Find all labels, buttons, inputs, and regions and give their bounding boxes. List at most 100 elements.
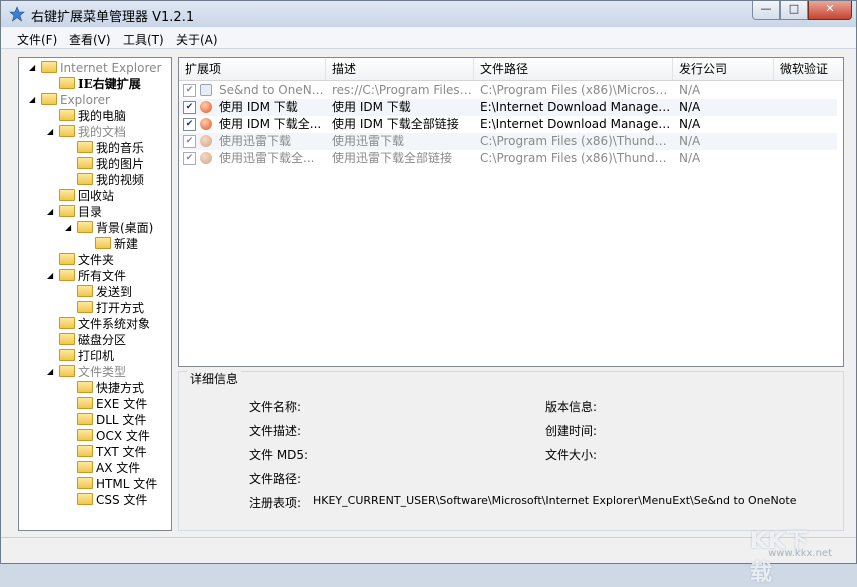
tree-item[interactable]: Internet Explorer	[41, 60, 161, 76]
tree-item[interactable]: DLL 文件	[77, 412, 146, 428]
expand-arrow-icon[interactable]: ◢	[47, 364, 53, 380]
table-cell: N/A	[679, 151, 701, 165]
tree-item[interactable]: 我的音乐	[77, 140, 144, 156]
expand-arrow-icon[interactable]: ◢	[65, 220, 71, 236]
tree-item-label: Internet Explorer	[60, 61, 162, 75]
tree-item-label: DLL 文件	[96, 413, 147, 427]
tree-item[interactable]: Explorer	[41, 92, 110, 108]
tree-item-label: 打印机	[78, 349, 115, 363]
tree-item[interactable]: CSS 文件	[77, 492, 147, 508]
tree-item[interactable]: 打印机	[59, 348, 114, 364]
close-button[interactable]: ✕	[808, 1, 852, 20]
enable-checkbox[interactable]: ✔	[183, 101, 196, 114]
tree-item[interactable]: HTML 文件	[77, 476, 157, 492]
tree-item[interactable]: TXT 文件	[77, 444, 147, 460]
tree-item[interactable]: 目录	[59, 204, 102, 220]
table-cell: 使用迅雷下载	[332, 134, 405, 148]
table-cell: 使用 IDM 下载	[219, 100, 298, 114]
tree-item[interactable]: AX 文件	[77, 460, 140, 476]
tree-item[interactable]: OCX 文件	[77, 428, 150, 444]
table-row[interactable]: ✔ 使用迅雷下载全... 使用迅雷下载全部链接 C:\Program Files (x…	[179, 150, 837, 167]
table-row[interactable]: ✔ 使用 IDM 下载全... 使用 IDM 下载全部链接 E:\Internet D…	[179, 116, 837, 133]
tree-item[interactable]: 发送到	[77, 284, 132, 300]
table-row[interactable]: ✔ 使用迅雷下载 使用迅雷下载 C:\Program Files (x86)\Thun…	[179, 133, 837, 150]
extension-list[interactable]: 扩展项 描述 文件路径 发行公司 微软验证 ✔ Se&nd to OneNote r…	[178, 57, 844, 367]
tree-item[interactable]: 快捷方式	[77, 380, 144, 396]
tree-item-label: 文件类型	[78, 365, 127, 379]
folder-icon	[77, 141, 93, 153]
folder-icon	[77, 461, 93, 473]
expand-arrow-icon[interactable]: ◢	[47, 268, 53, 284]
table-row[interactable]: ✔ 使用 IDM 下载 使用 IDM 下载 E:\Internet Download …	[179, 99, 837, 116]
menu-about[interactable]: 关于(A)	[176, 31, 218, 48]
tree-item[interactable]: 文件类型	[59, 364, 126, 380]
folder-icon	[95, 237, 111, 249]
tree-item[interactable]: 背景(桌面)	[77, 220, 153, 236]
table-cell: E:\Internet Download Manager\IEE...	[480, 100, 671, 114]
tree-item[interactable]: 文件系统对象	[59, 316, 150, 332]
enable-checkbox[interactable]: ✔	[183, 118, 196, 131]
tree-item[interactable]: 我的文档	[59, 124, 126, 140]
enable-checkbox[interactable]: ✔	[183, 135, 196, 148]
tree-item[interactable]: 磁盘分区	[59, 332, 126, 348]
tree-item[interactable]: 所有文件	[59, 268, 126, 284]
tree-item[interactable]: 我的图片	[77, 156, 144, 172]
status-bar	[1, 537, 856, 562]
table-cell: N/A	[679, 83, 701, 97]
folder-icon	[59, 333, 75, 345]
app-star-icon	[9, 6, 25, 22]
folder-icon	[77, 413, 93, 425]
menu-view[interactable]: 查看(V)	[69, 31, 111, 48]
tree-item-label: OCX 文件	[96, 429, 150, 443]
folder-icon	[59, 269, 75, 281]
table-cell: res://C:\Program Files (x...	[332, 83, 472, 97]
tree-item[interactable]: 我的视频	[77, 172, 144, 188]
tree-item-label: 文件系统对象	[78, 317, 151, 331]
folder-icon	[59, 317, 75, 329]
tree-item[interactable]: IE右键扩展	[59, 76, 141, 92]
col-company[interactable]: 发行公司	[673, 58, 774, 80]
tree-item-label: EXE 文件	[96, 397, 148, 411]
col-file-path[interactable]: 文件路径	[474, 58, 673, 80]
tree-item[interactable]: 我的电脑	[59, 108, 126, 124]
col-ms-verify[interactable]: 微软验证	[774, 58, 843, 80]
menu-file[interactable]: 文件(F)	[17, 31, 57, 48]
menu-tools[interactable]: 工具(T)	[123, 31, 164, 48]
table-cell: 使用迅雷下载	[219, 134, 292, 148]
col-description[interactable]: 描述	[326, 58, 474, 80]
folder-icon	[59, 109, 75, 121]
file-path-label: 文件路径:	[249, 472, 302, 486]
tree-item-label: 文件夹	[78, 253, 115, 267]
watermark: KK下载 www.kkx.net	[750, 517, 850, 586]
table-row[interactable]: ✔ Se&nd to OneNote res://C:\Program Files …	[179, 82, 837, 99]
enable-checkbox[interactable]: ✔	[183, 152, 196, 165]
expand-arrow-icon[interactable]: ◢	[29, 92, 35, 108]
enable-checkbox[interactable]: ✔	[183, 84, 196, 97]
tree-item[interactable]: 打开方式	[77, 300, 144, 316]
tree-item-label: 我的电脑	[78, 109, 127, 123]
table-cell	[778, 150, 841, 167]
folder-icon	[59, 77, 75, 89]
window-title: 右键扩展菜单管理器 V1.2.1	[31, 10, 195, 25]
title-bar[interactable]: 右键扩展菜单管理器 V1.2.1 — □ ✕	[1, 1, 856, 27]
minimize-button[interactable]: —	[752, 1, 780, 20]
col-extension[interactable]: 扩展项	[179, 58, 326, 80]
tree-item[interactable]: 新建	[95, 236, 138, 252]
expand-arrow-icon[interactable]: ◢	[29, 60, 35, 76]
folder-icon	[59, 365, 75, 377]
tree-item[interactable]: EXE 文件	[77, 396, 147, 412]
maximize-button[interactable]: □	[780, 1, 808, 20]
expand-arrow-icon[interactable]: ◢	[47, 204, 53, 220]
table-cell: 使用 IDM 下载全...	[219, 117, 322, 131]
folder-icon	[59, 349, 75, 361]
version-label: 版本信息:	[545, 400, 598, 414]
folder-icon	[59, 205, 75, 217]
tree-item[interactable]: 文件夹	[59, 252, 114, 268]
tree-item[interactable]: 回收站	[59, 188, 114, 204]
category-tree[interactable]: Internet Explorer ◢ IE右键扩展 Explorer ◢ 我的电脑 我的文…	[18, 57, 172, 531]
details-legend: 详细信息	[187, 370, 242, 387]
expand-arrow-icon[interactable]: ◢	[47, 124, 53, 140]
table-cell: C:\Program Files (x86)\Microsoft Of...	[480, 83, 671, 97]
table-cell: 使用迅雷下载全...	[219, 151, 315, 165]
thunder-icon	[200, 152, 212, 164]
